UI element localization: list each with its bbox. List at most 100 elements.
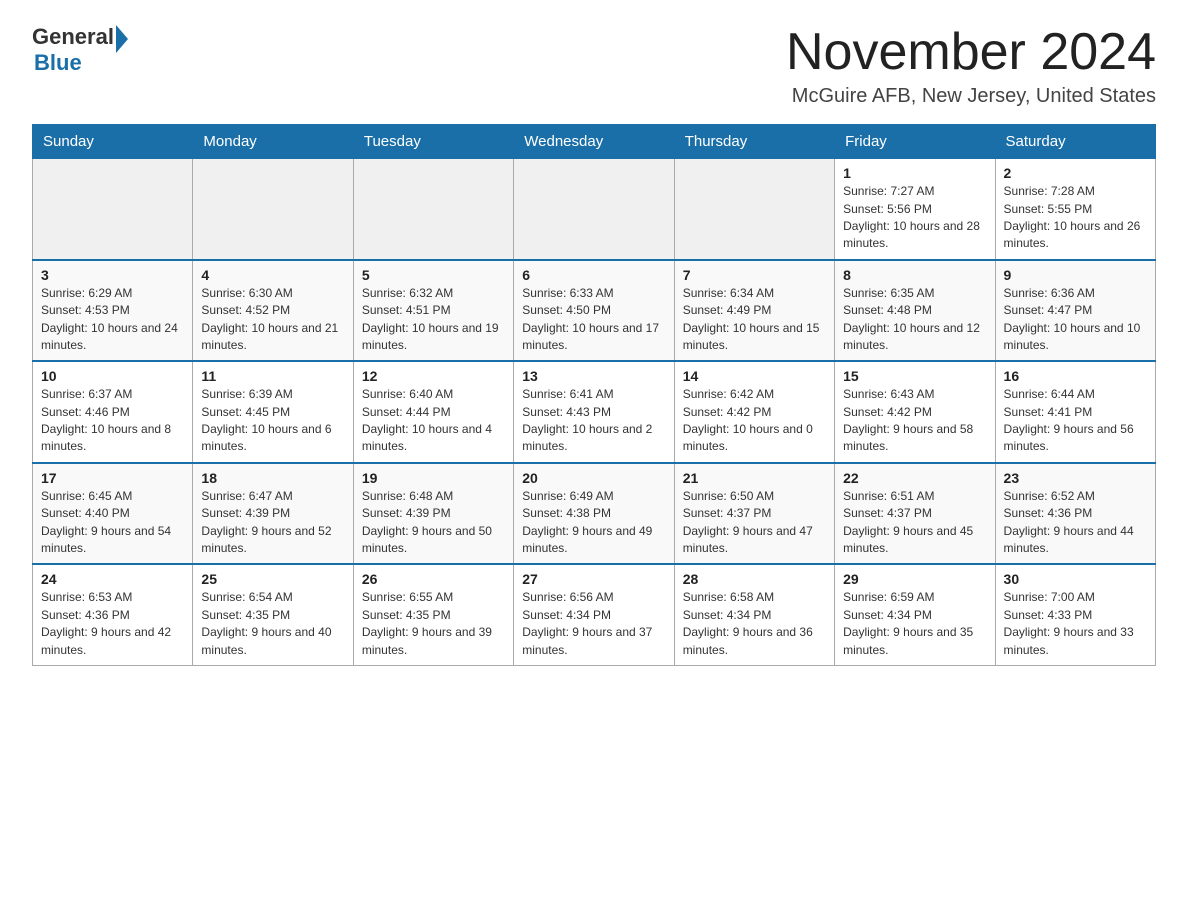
day-number: 22	[843, 470, 986, 486]
day-number: 24	[41, 571, 184, 587]
calendar-cell: 4 Sunrise: 6:30 AM Sunset: 4:52 PM Daylig…	[193, 260, 353, 362]
day-sun-info: Sunrise: 6:35 AM Sunset: 4:48 PM Dayligh…	[843, 285, 986, 355]
calendar-cell	[514, 159, 674, 260]
calendar-cell: 5 Sunrise: 6:32 AM Sunset: 4:51 PM Daylig…	[353, 260, 513, 362]
calendar-week-3: 10 Sunrise: 6:37 AM Sunset: 4:46 PM Dayli…	[33, 361, 1156, 463]
day-number: 1	[843, 165, 986, 181]
calendar-cell: 29 Sunrise: 6:59 AM Sunset: 4:34 PM Dayli…	[835, 564, 995, 665]
day-number: 21	[683, 470, 826, 486]
day-sun-info: Sunrise: 6:40 AM Sunset: 4:44 PM Dayligh…	[362, 386, 505, 456]
calendar-cell: 3Sunrise: 6:29 AM Sunset: 4:53 PM Daylig…	[33, 260, 193, 362]
day-number: 3	[41, 267, 184, 283]
day-sun-info: Sunrise: 6:58 AM Sunset: 4:34 PM Dayligh…	[683, 589, 826, 659]
day-sun-info: Sunrise: 7:27 AM Sunset: 5:56 PM Dayligh…	[843, 183, 986, 253]
day-sun-info: Sunrise: 6:45 AM Sunset: 4:40 PM Dayligh…	[41, 488, 184, 558]
location-subtitle: McGuire AFB, New Jersey, United States	[786, 85, 1156, 108]
calendar-cell	[193, 159, 353, 260]
calendar-cell: 16 Sunrise: 6:44 AM Sunset: 4:41 PM Dayli…	[995, 361, 1155, 463]
day-sun-info: Sunrise: 7:00 AM Sunset: 4:33 PM Dayligh…	[1004, 589, 1147, 659]
day-number: 10	[41, 368, 184, 384]
day-number: 27	[522, 571, 665, 587]
weekday-header-sunday: Sunday	[33, 125, 193, 159]
page-header: General Blue November 2024 McGuire AFB, …	[32, 24, 1156, 108]
day-sun-info: Sunrise: 6:41 AM Sunset: 4:43 PM Dayligh…	[522, 386, 665, 456]
calendar-cell: 1 Sunrise: 7:27 AM Sunset: 5:56 PM Daylig…	[835, 159, 995, 260]
day-sun-info: Sunrise: 6:39 AM Sunset: 4:45 PM Dayligh…	[201, 386, 344, 456]
day-number: 11	[201, 368, 344, 384]
day-number: 23	[1004, 470, 1147, 486]
day-number: 13	[522, 368, 665, 384]
day-sun-info: Sunrise: 6:37 AM Sunset: 4:46 PM Dayligh…	[41, 386, 184, 456]
day-number: 12	[362, 368, 505, 384]
calendar-cell: 28Sunrise: 6:58 AM Sunset: 4:34 PM Dayli…	[674, 564, 834, 665]
calendar-cell	[674, 159, 834, 260]
weekday-header-saturday: Saturday	[995, 125, 1155, 159]
calendar-cell: 15 Sunrise: 6:43 AM Sunset: 4:42 PM Dayli…	[835, 361, 995, 463]
day-sun-info: Sunrise: 6:33 AM Sunset: 4:50 PM Dayligh…	[522, 285, 665, 355]
calendar-cell: 9Sunrise: 6:36 AM Sunset: 4:47 PM Daylig…	[995, 260, 1155, 362]
day-sun-info: Sunrise: 6:44 AM Sunset: 4:41 PM Dayligh…	[1004, 386, 1147, 456]
calendar-cell: 27Sunrise: 6:56 AM Sunset: 4:34 PM Dayli…	[514, 564, 674, 665]
day-sun-info: Sunrise: 6:42 AM Sunset: 4:42 PM Dayligh…	[683, 386, 826, 456]
day-sun-info: Sunrise: 6:54 AM Sunset: 4:35 PM Dayligh…	[201, 589, 344, 659]
calendar-header-row: SundayMondayTuesdayWednesdayThursdayFrid…	[33, 125, 1156, 159]
day-number: 16	[1004, 368, 1147, 384]
weekday-header-tuesday: Tuesday	[353, 125, 513, 159]
title-block: November 2024 McGuire AFB, New Jersey, U…	[786, 24, 1156, 108]
weekday-header-wednesday: Wednesday	[514, 125, 674, 159]
calendar-cell: 11 Sunrise: 6:39 AM Sunset: 4:45 PM Dayli…	[193, 361, 353, 463]
calendar-cell: 6 Sunrise: 6:33 AM Sunset: 4:50 PM Daylig…	[514, 260, 674, 362]
day-sun-info: Sunrise: 6:43 AM Sunset: 4:42 PM Dayligh…	[843, 386, 986, 456]
weekday-header-monday: Monday	[193, 125, 353, 159]
day-number: 17	[41, 470, 184, 486]
calendar-cell: 22 Sunrise: 6:51 AM Sunset: 4:37 PM Dayli…	[835, 463, 995, 565]
day-number: 26	[362, 571, 505, 587]
day-sun-info: Sunrise: 6:59 AM Sunset: 4:34 PM Dayligh…	[843, 589, 986, 659]
calendar-week-5: 24 Sunrise: 6:53 AM Sunset: 4:36 PM Dayli…	[33, 564, 1156, 665]
day-sun-info: Sunrise: 6:34 AM Sunset: 4:49 PM Dayligh…	[683, 285, 826, 355]
calendar-cell: 19 Sunrise: 6:48 AM Sunset: 4:39 PM Dayli…	[353, 463, 513, 565]
day-sun-info: Sunrise: 6:32 AM Sunset: 4:51 PM Dayligh…	[362, 285, 505, 355]
weekday-header-friday: Friday	[835, 125, 995, 159]
day-sun-info: Sunrise: 6:30 AM Sunset: 4:52 PM Dayligh…	[201, 285, 344, 355]
day-number: 20	[522, 470, 665, 486]
day-number: 8	[843, 267, 986, 283]
calendar-week-1: 1 Sunrise: 7:27 AM Sunset: 5:56 PM Daylig…	[33, 159, 1156, 260]
calendar-cell: 18Sunrise: 6:47 AM Sunset: 4:39 PM Dayli…	[193, 463, 353, 565]
calendar-cell: 10 Sunrise: 6:37 AM Sunset: 4:46 PM Dayli…	[33, 361, 193, 463]
day-sun-info: Sunrise: 6:50 AM Sunset: 4:37 PM Dayligh…	[683, 488, 826, 558]
calendar-cell: 30 Sunrise: 7:00 AM Sunset: 4:33 PM Dayli…	[995, 564, 1155, 665]
day-sun-info: Sunrise: 6:36 AM Sunset: 4:47 PM Dayligh…	[1004, 285, 1147, 355]
day-number: 2	[1004, 165, 1147, 181]
logo: General Blue	[32, 24, 128, 76]
day-sun-info: Sunrise: 6:48 AM Sunset: 4:39 PM Dayligh…	[362, 488, 505, 558]
day-number: 29	[843, 571, 986, 587]
calendar-cell: 21 Sunrise: 6:50 AM Sunset: 4:37 PM Dayli…	[674, 463, 834, 565]
day-sun-info: Sunrise: 7:28 AM Sunset: 5:55 PM Dayligh…	[1004, 183, 1147, 253]
calendar-cell: 14 Sunrise: 6:42 AM Sunset: 4:42 PM Dayli…	[674, 361, 834, 463]
day-sun-info: Sunrise: 6:52 AM Sunset: 4:36 PM Dayligh…	[1004, 488, 1147, 558]
day-sun-info: Sunrise: 6:49 AM Sunset: 4:38 PM Dayligh…	[522, 488, 665, 558]
day-number: 14	[683, 368, 826, 384]
day-sun-info: Sunrise: 6:51 AM Sunset: 4:37 PM Dayligh…	[843, 488, 986, 558]
calendar-week-2: 3Sunrise: 6:29 AM Sunset: 4:53 PM Daylig…	[33, 260, 1156, 362]
calendar-cell: 26 Sunrise: 6:55 AM Sunset: 4:35 PM Dayli…	[353, 564, 513, 665]
calendar-cell: 25Sunrise: 6:54 AM Sunset: 4:35 PM Dayli…	[193, 564, 353, 665]
day-number: 5	[362, 267, 505, 283]
logo-general: General	[32, 24, 114, 50]
logo-arrow-icon	[116, 25, 128, 53]
day-number: 4	[201, 267, 344, 283]
day-number: 30	[1004, 571, 1147, 587]
day-sun-info: Sunrise: 6:53 AM Sunset: 4:36 PM Dayligh…	[41, 589, 184, 659]
calendar-cell: 13 Sunrise: 6:41 AM Sunset: 4:43 PM Dayli…	[514, 361, 674, 463]
calendar-cell: 17 Sunrise: 6:45 AM Sunset: 4:40 PM Dayli…	[33, 463, 193, 565]
calendar-cell	[353, 159, 513, 260]
day-sun-info: Sunrise: 6:55 AM Sunset: 4:35 PM Dayligh…	[362, 589, 505, 659]
calendar-cell: 8 Sunrise: 6:35 AM Sunset: 4:48 PM Daylig…	[835, 260, 995, 362]
calendar-cell: 20 Sunrise: 6:49 AM Sunset: 4:38 PM Dayli…	[514, 463, 674, 565]
weekday-header-thursday: Thursday	[674, 125, 834, 159]
day-number: 19	[362, 470, 505, 486]
month-title: November 2024	[786, 24, 1156, 81]
day-number: 6	[522, 267, 665, 283]
day-number: 15	[843, 368, 986, 384]
